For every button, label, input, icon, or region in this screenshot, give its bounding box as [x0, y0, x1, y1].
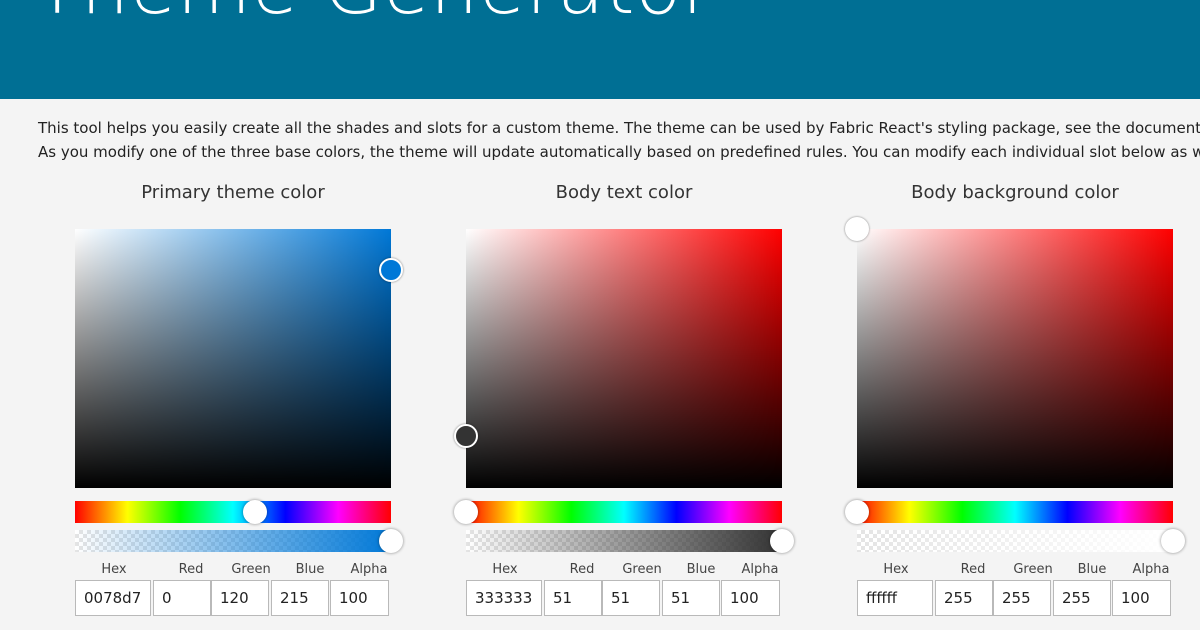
hue-slider[interactable] [845, 500, 1173, 524]
alpha-input[interactable] [1112, 580, 1171, 616]
red-input[interactable] [935, 580, 993, 616]
hue-slider[interactable] [454, 500, 782, 524]
red-input[interactable] [153, 580, 211, 616]
intro-line-2: As you modify one of the three base colo… [38, 143, 1200, 161]
hue-slider-thumb[interactable] [845, 500, 869, 524]
green-input[interactable] [993, 580, 1051, 616]
intro-line-1: This tool helps you easily create all th… [38, 119, 1200, 137]
alpha-input[interactable] [721, 580, 780, 616]
field-label-hex: Hex [101, 562, 127, 577]
alpha-slider[interactable] [857, 529, 1185, 553]
color-thumb[interactable] [379, 258, 403, 283]
blue-input[interactable] [1053, 580, 1111, 616]
picker-title: Body text color [555, 182, 693, 203]
field-label-alpha: Alpha [1132, 562, 1170, 577]
field-label-hex: Hex [492, 562, 518, 577]
field-label-alpha: Alpha [741, 562, 779, 577]
alpha-slider-thumb[interactable] [379, 529, 403, 553]
page-title: Theme Generator [34, 0, 714, 31]
color-picker-1: Primary theme color Hex Red Green Blue Alpha [75, 182, 415, 630]
hue-slider-thumb[interactable] [454, 500, 478, 524]
hue-slider[interactable] [75, 500, 391, 524]
alpha-slider-thumb[interactable] [1161, 529, 1185, 553]
hex-input[interactable] [75, 580, 151, 616]
field-label-green: Green [1013, 562, 1053, 577]
field-label-red: Red [960, 562, 986, 577]
green-input[interactable] [602, 580, 660, 616]
header-banner: Theme Generator [0, 0, 1200, 99]
saturation-brightness-area[interactable] [75, 229, 403, 488]
color-thumb[interactable] [845, 217, 869, 241]
field-label-hex: Hex [883, 562, 909, 577]
field-label-blue: Blue [686, 562, 716, 577]
field-label-green: Green [231, 562, 271, 577]
alpha-slider-thumb[interactable] [770, 529, 794, 553]
field-label-blue: Blue [1077, 562, 1107, 577]
color-thumb[interactable] [454, 424, 478, 449]
field-label-red: Red [569, 562, 595, 577]
green-input[interactable] [211, 580, 269, 616]
blue-input[interactable] [271, 580, 329, 616]
alpha-slider[interactable] [466, 529, 794, 553]
picker-title: Body background color [911, 182, 1119, 203]
field-label-red: Red [178, 562, 204, 577]
color-picker-2: Body text color Hex Red Green Blue Alpha [454, 182, 806, 630]
saturation-brightness-area[interactable] [845, 217, 1173, 488]
field-label-alpha: Alpha [350, 562, 388, 577]
field-label-green: Green [622, 562, 662, 577]
intro-text: This tool helps you easily create all th… [38, 116, 1200, 164]
field-label-blue: Blue [295, 562, 325, 577]
saturation-brightness-area[interactable] [454, 229, 782, 488]
red-input[interactable] [544, 580, 602, 616]
blue-input[interactable] [662, 580, 720, 616]
color-picker-3: Body background color Hex Red Green Blue Alp… [845, 182, 1197, 630]
hex-input[interactable] [857, 580, 933, 616]
picker-title: Primary theme color [141, 182, 325, 203]
alpha-input[interactable] [330, 580, 389, 616]
hex-input[interactable] [466, 580, 542, 616]
alpha-slider[interactable] [75, 529, 403, 553]
hue-slider-thumb[interactable] [243, 500, 268, 524]
